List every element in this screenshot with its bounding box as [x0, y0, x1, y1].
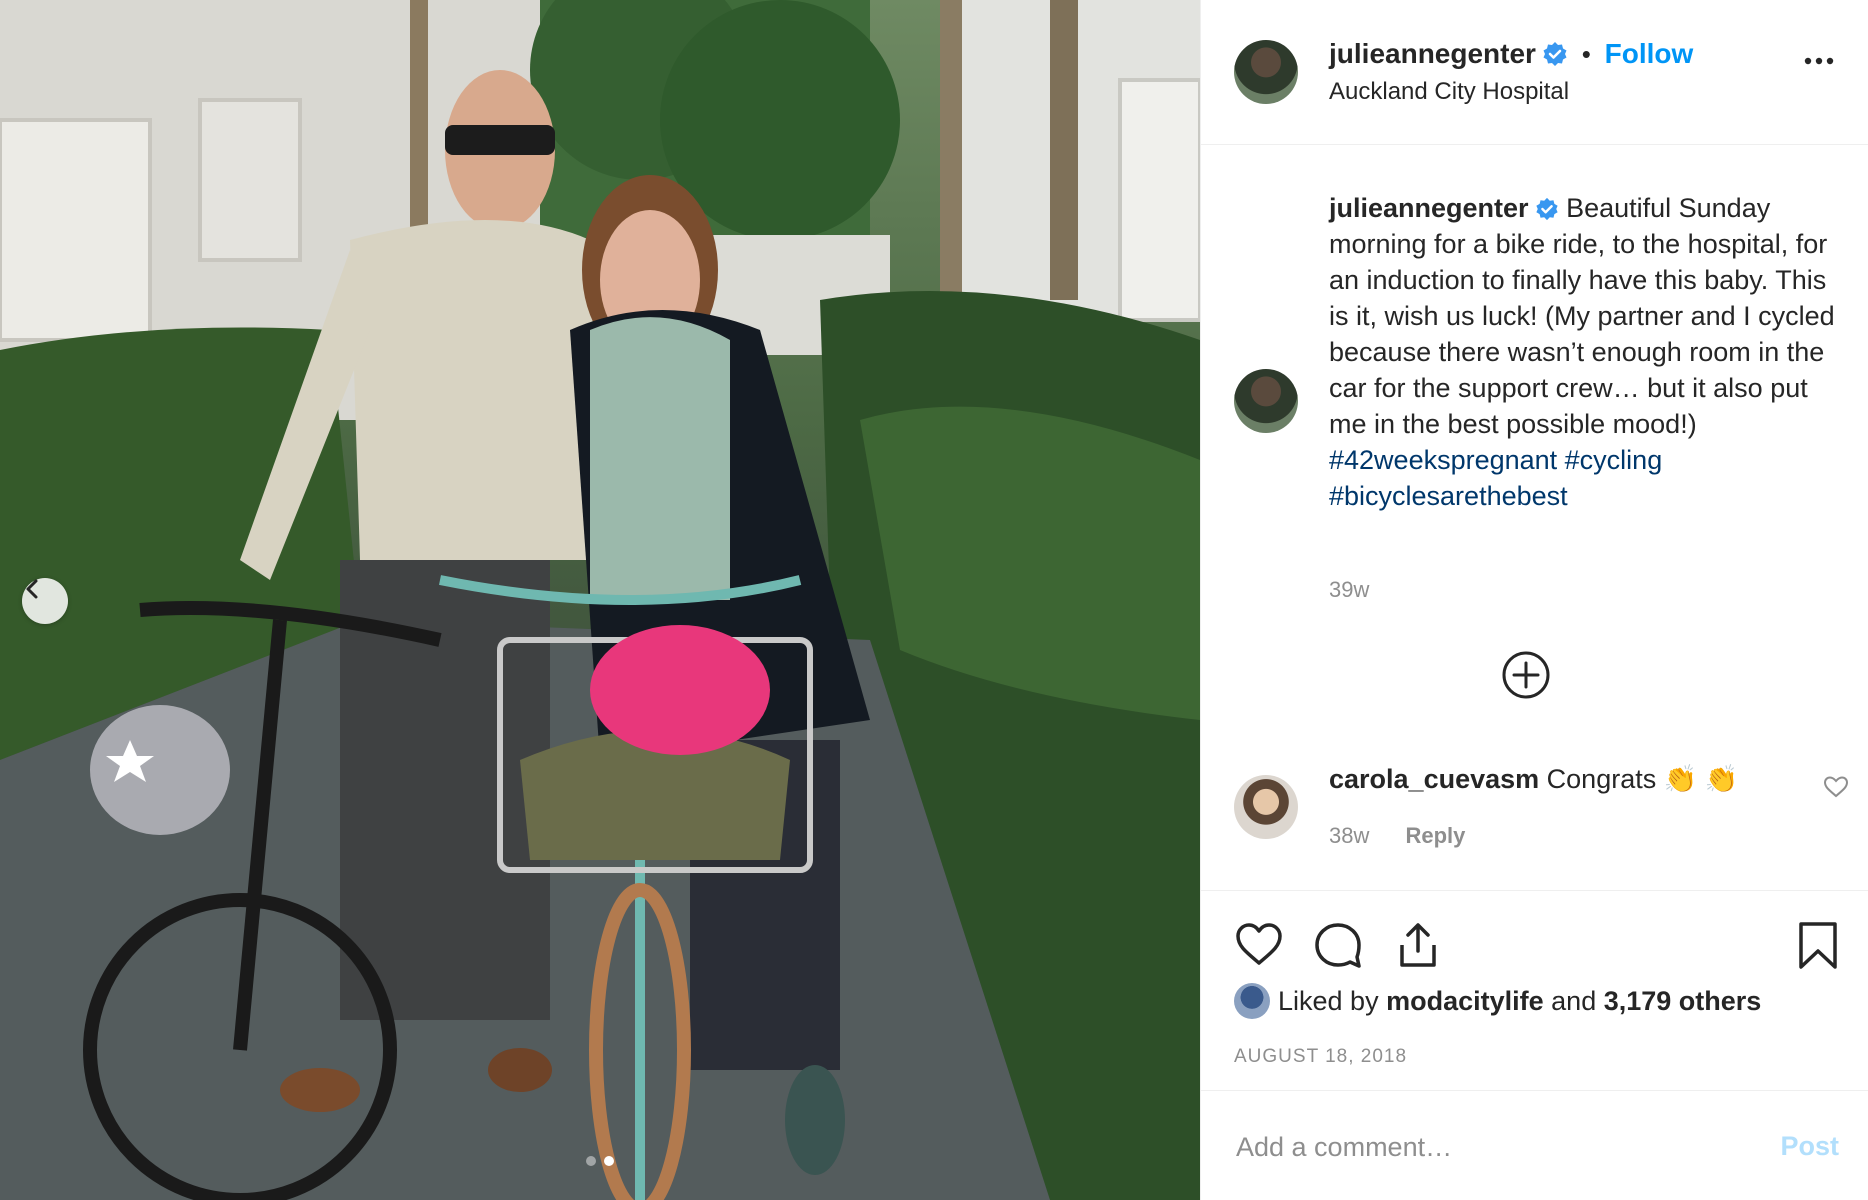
post-photo[interactable]: [0, 0, 1200, 1200]
share-icon: [1400, 923, 1436, 967]
carousel-dot-active: [604, 1156, 614, 1166]
follow-button[interactable]: Follow: [1605, 38, 1694, 69]
comment-like-button[interactable]: [1823, 775, 1849, 804]
carousel-dot: [586, 1156, 596, 1166]
share-button[interactable]: [1393, 921, 1443, 974]
likes-summary: Liked by modacitylife and 3,179 others: [1234, 983, 1761, 1019]
liker-avatar[interactable]: [1234, 983, 1270, 1019]
comment-meta: 38w Reply: [1329, 823, 1465, 849]
comment-bubble-icon: [1315, 923, 1361, 968]
post-header: julieannegenter • Follow Auckland City H…: [1201, 0, 1868, 145]
comment-text: Congrats 👏 👏: [1546, 764, 1739, 794]
liked-by-prefix: Liked by: [1278, 985, 1379, 1016]
bookmark-icon: [1799, 922, 1837, 969]
comment-time[interactable]: 38w: [1329, 823, 1369, 848]
verified-badge-icon: [1535, 197, 1558, 221]
post-sidebar: julieannegenter • Follow Auckland City H…: [1200, 0, 1868, 1200]
photo-illustration: [0, 0, 1200, 1200]
more-options-button[interactable]: [1804, 52, 1834, 70]
caption-hashtags[interactable]: #42weekspregnant #cycling #bicyclesareth…: [1329, 445, 1662, 511]
comment-input[interactable]: [1234, 1121, 1738, 1173]
carousel-indicator: [0, 1156, 1200, 1166]
liked-by-user[interactable]: modacitylife: [1386, 986, 1544, 1017]
author-avatar[interactable]: [1234, 40, 1298, 104]
comment-line: carola_cuevasm Congrats 👏 👏: [1329, 763, 1738, 795]
plus-circle-icon: [1502, 651, 1550, 699]
commenter-username[interactable]: carola_cuevasm: [1329, 764, 1539, 794]
add-comment-bar: Post: [1201, 1090, 1868, 1200]
save-button[interactable]: [1797, 921, 1839, 976]
author-line: julieannegenter • Follow: [1329, 38, 1693, 70]
caption-text: Beautiful Sunday morning for a bike ride…: [1329, 193, 1835, 439]
caption-time[interactable]: 39w: [1329, 577, 1369, 603]
caption-username[interactable]: julieannegenter: [1329, 193, 1529, 223]
heart-icon: [1236, 923, 1282, 965]
comment-item: carola_cuevasm Congrats 👏 👏 38w Reply: [1201, 755, 1868, 890]
comment-button[interactable]: [1313, 921, 1363, 974]
commenter-avatar[interactable]: [1234, 775, 1298, 839]
chevron-left-icon: [26, 579, 38, 599]
caption: julieannegenter Beautiful Sunday morning…: [1329, 190, 1849, 514]
post-date[interactable]: AUGUST 18, 2018: [1234, 1046, 1407, 1068]
more-options-icon: [1804, 57, 1834, 65]
instagram-post: julieannegenter • Follow Auckland City H…: [0, 0, 1868, 1200]
liked-by-others[interactable]: 3,179 others: [1604, 986, 1762, 1017]
post-actions: Liked by modacitylife and 3,179 others A…: [1201, 890, 1868, 1090]
like-button[interactable]: [1234, 921, 1284, 974]
reply-button[interactable]: Reply: [1405, 823, 1465, 848]
heart-outline-icon: [1823, 776, 1849, 798]
load-more-comments-button[interactable]: [1501, 650, 1551, 700]
post-comment-button[interactable]: Post: [1780, 1131, 1839, 1162]
header-separator: •: [1581, 39, 1591, 69]
author-username[interactable]: julieannegenter: [1329, 38, 1536, 69]
previous-photo-button[interactable]: [22, 578, 68, 624]
verified-badge-icon: [1543, 42, 1567, 66]
post-location[interactable]: Auckland City Hospital: [1329, 78, 1569, 106]
caption-avatar[interactable]: [1234, 369, 1298, 433]
liked-by-and: and: [1551, 985, 1597, 1016]
